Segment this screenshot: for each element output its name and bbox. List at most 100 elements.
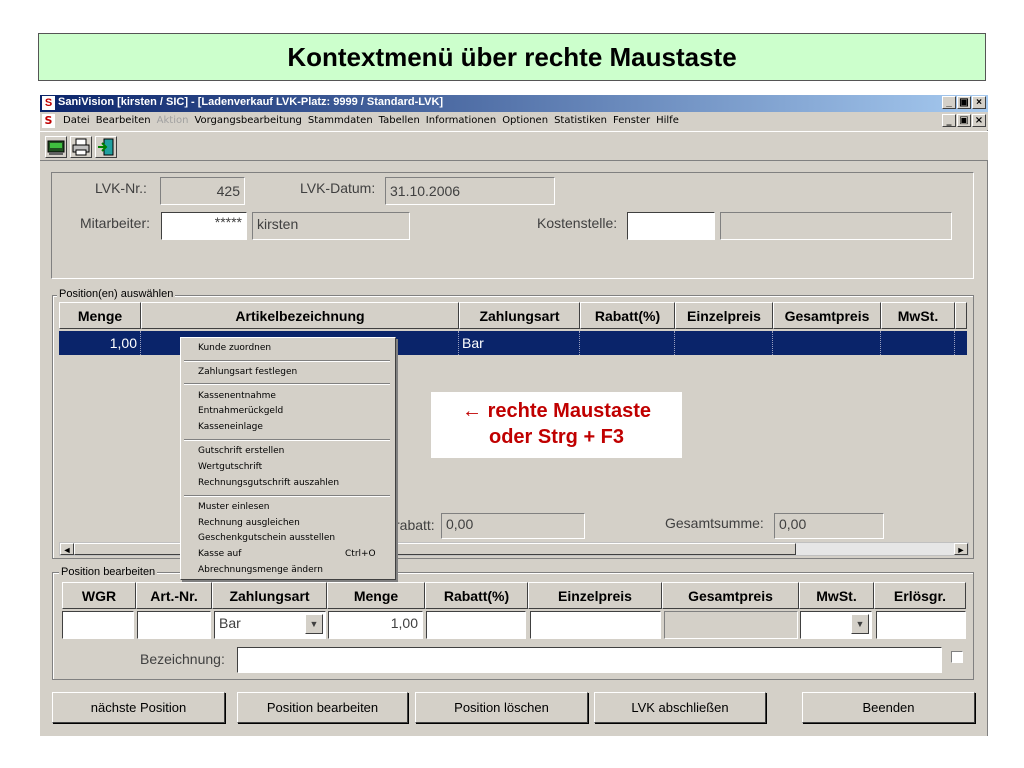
edit-mwst-select[interactable]: ▼ [800, 611, 872, 639]
ctx-entnahmerueckgeld[interactable]: Entnahmerückgeld [198, 406, 283, 416]
edit-col-gesamtpreis: Gesamtpreis [662, 582, 799, 609]
edit-erloesgr-input[interactable] [876, 611, 966, 639]
scroll-right-button[interactable]: ► [954, 543, 968, 555]
next-position-button[interactable]: nächste Position [52, 692, 225, 723]
ctx-separator [184, 495, 390, 497]
kostenstelle-input[interactable] [627, 212, 715, 240]
toolbar [40, 131, 988, 161]
doc-minimize-button[interactable]: _ [942, 114, 956, 127]
cash-register-icon[interactable] [45, 136, 67, 158]
doc-restore-button[interactable]: ▣ [957, 114, 971, 127]
menu-informationen[interactable]: Informationen [426, 115, 496, 126]
lvk-nr-label: LVK-Nr.: [95, 180, 147, 196]
menu-bearbeiten[interactable]: Bearbeiten [96, 115, 151, 126]
menu-statistiken[interactable]: Statistiken [554, 115, 607, 126]
row-rabatt [580, 331, 675, 355]
chevron-down-icon[interactable]: ▼ [851, 614, 869, 634]
edit-col-wgr: WGR [62, 582, 136, 609]
slide-title: Kontextmenü über rechte Maustaste [38, 33, 986, 81]
edit-menge-input[interactable]: 1,00 [328, 611, 423, 639]
ctx-kassenentnahme[interactable]: Kassenentnahme [198, 391, 276, 401]
menu-vorgangsbearbeitung[interactable]: Vorgangsbearbeitung [194, 115, 301, 126]
ctx-kasse-auf-shortcut: Ctrl+O [345, 549, 376, 559]
lvk-nr-field: 425 [160, 177, 245, 205]
ctx-muster-einlesen[interactable]: Muster einlesen [198, 502, 270, 512]
scroll-left-button[interactable]: ◄ [60, 543, 74, 555]
kostenstelle-label: Kostenstelle: [537, 215, 618, 231]
edit-position-button[interactable]: Position bearbeiten [237, 692, 408, 723]
col-einzelpreis[interactable]: Einzelpreis [675, 302, 773, 329]
chevron-down-icon[interactable]: ▼ [305, 614, 323, 634]
col-gesamtpreis[interactable]: Gesamtpreis [773, 302, 881, 329]
ctx-geschenkgutschein-ausstellen[interactable]: Geschenkgutschein ausstellen [198, 533, 335, 543]
printer-icon[interactable] [70, 136, 92, 158]
quit-button[interactable]: Beenden [802, 692, 975, 723]
gesamtsumme-label: Gesamtsumme: [665, 515, 764, 531]
col-mwst[interactable]: MwSt. [881, 302, 955, 329]
col-rabatt[interactable]: Rabatt(%) [580, 302, 675, 329]
bezeichnung-checkbox[interactable] [951, 651, 963, 663]
document-logo-icon: S [42, 114, 55, 128]
edit-wgr-input[interactable] [62, 611, 134, 639]
edit-artnr-input[interactable] [137, 611, 211, 639]
lvk-datum-label: LVK-Datum: [300, 180, 376, 196]
edit-zahlungsart-select[interactable]: Bar ▼ [214, 611, 326, 639]
menu-bar: S Datei Bearbeiten Aktion Vorgangsbearbe… [40, 112, 988, 130]
col-menge[interactable]: Menge [59, 302, 141, 329]
edit-col-menge: Menge [327, 582, 425, 609]
close-lvk-button[interactable]: LVK abschließen [594, 692, 766, 723]
ctx-rechnungsgutschrift-auszahlen[interactable]: Rechnungsgutschrift auszahlen [198, 478, 339, 488]
close-button[interactable]: × [972, 96, 986, 109]
row-mwst [881, 331, 955, 355]
col-zahlungsart[interactable]: Zahlungsart [459, 302, 580, 329]
edit-col-rabatt: Rabatt(%) [425, 582, 528, 609]
mitarbeiter-password-input[interactable]: ***** [161, 212, 247, 240]
gesamtsumme-field: 0,00 [774, 513, 884, 539]
ctx-kunde-zuordnen[interactable]: Kunde zuordnen [198, 343, 271, 353]
menu-tabellen[interactable]: Tabellen [379, 115, 420, 126]
lvk-datum-field: 31.10.2006 [385, 177, 555, 205]
menu-stammdaten[interactable]: Stammdaten [308, 115, 373, 126]
edit-col-erloesgr: Erlösgr. [874, 582, 966, 609]
ctx-gutschrift-erstellen[interactable]: Gutschrift erstellen [198, 446, 284, 456]
callout-annotation: ← rechte Maustaste oder Strg + F3 [431, 392, 682, 458]
edit-einzelpreis-input[interactable] [530, 611, 661, 639]
ctx-wertgutschrift[interactable]: Wertgutschrift [198, 462, 262, 472]
window-titlebar[interactable]: S SaniVision [kirsten / SIC] - [Ladenver… [40, 95, 988, 112]
ctx-kasseneinlage[interactable]: Kasseneinlage [198, 422, 263, 432]
menu-aktion[interactable]: Aktion [157, 115, 189, 126]
rabatt-label: rabatt: [395, 517, 435, 533]
row-gesamtpreis [773, 331, 881, 355]
restore-button[interactable]: ▣ [957, 96, 971, 109]
col-filler [955, 302, 967, 329]
menu-optionen[interactable]: Optionen [502, 115, 548, 126]
context-menu: Kunde zuordnen Zahlungsart festlegen Kas… [180, 337, 396, 580]
row-zahlungsart: Bar [459, 331, 580, 355]
doc-close-button[interactable]: × [972, 114, 986, 127]
ctx-kasse-auf[interactable]: Kasse auf [198, 549, 241, 559]
ctx-separator [184, 383, 390, 385]
app-logo-icon: S [42, 96, 55, 110]
menu-datei[interactable]: Datei [63, 115, 90, 126]
edit-gesamtpreis-field [664, 611, 798, 639]
positions-legend: Position(en) auswählen [57, 288, 176, 300]
ctx-separator [184, 360, 390, 362]
mitarbeiter-label: Mitarbeiter: [80, 215, 151, 231]
ctx-zahlungsart-festlegen[interactable]: Zahlungsart festlegen [198, 367, 297, 377]
exit-door-icon[interactable] [95, 136, 117, 158]
callout-line2: oder Strg + F3 [488, 426, 625, 448]
menu-fenster[interactable]: Fenster [613, 115, 650, 126]
callout-line1: ← rechte Maustaste [462, 400, 651, 422]
ctx-rechnung-ausgleichen[interactable]: Rechnung ausgleichen [198, 518, 300, 528]
menu-hilfe[interactable]: Hilfe [656, 115, 679, 126]
bezeichnung-input[interactable] [237, 647, 942, 673]
delete-position-button[interactable]: Position löschen [415, 692, 588, 723]
col-artikelbezeichnung[interactable]: Artikelbezeichnung [141, 302, 459, 329]
ctx-abrechnungsmenge-aendern[interactable]: Abrechnungsmenge ändern [198, 565, 323, 575]
kostenstelle-description-field [720, 212, 952, 240]
bezeichnung-label: Bezeichnung: [140, 651, 225, 667]
minimize-button[interactable]: _ [942, 96, 956, 109]
row-einzelpreis [675, 331, 773, 355]
header-panel: LVK-Nr.: 425 LVK-Datum: 31.10.2006 Mitar… [51, 172, 974, 279]
edit-rabatt-input[interactable] [426, 611, 526, 639]
